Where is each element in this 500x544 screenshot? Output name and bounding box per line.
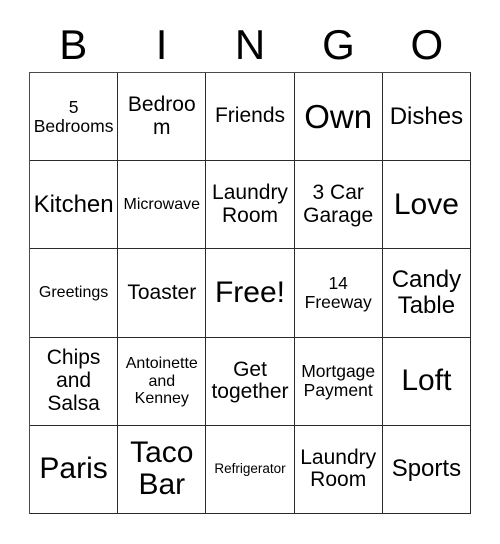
bingo-grid: 5 Bedrooms Bedroom Friends Own Dishes Kitchen… (29, 72, 471, 514)
header-letter-text: O (410, 21, 444, 68)
bingo-cell[interactable]: Taco Bar (118, 425, 207, 514)
bingo-cell-label: Dishes (389, 102, 464, 130)
bingo-cell[interactable]: Kitchen (30, 161, 119, 250)
bingo-cell-label: Chips and Salsa (46, 346, 101, 415)
header-letter-text: B (59, 21, 88, 68)
bingo-cell-label: Toaster (127, 280, 197, 304)
bingo-cell[interactable]: Friends (206, 73, 295, 162)
bingo-cell[interactable]: Own (294, 73, 383, 162)
bingo-header-letter-n: N (206, 18, 294, 72)
bingo-cell-label: 5 Bedrooms (33, 96, 114, 136)
bingo-header-letter-i: I (117, 18, 205, 72)
bingo-cell[interactable]: Sports (382, 425, 471, 514)
bingo-header-letter-o: O (383, 18, 471, 72)
bingo-cell-label: Refrigerator (214, 461, 286, 477)
bingo-cell-label: Microwave (123, 196, 201, 214)
bingo-cell-label: Laundry Room (300, 445, 377, 492)
bingo-cell[interactable]: 14 Freeway (294, 249, 383, 338)
bingo-cell-label: Paris (39, 452, 108, 486)
bingo-cell-label: Loft (401, 364, 452, 397)
bingo-header-row: B I N G O (29, 18, 471, 72)
bingo-cell[interactable]: Get together (206, 337, 295, 426)
bingo-cell-label: Sports (391, 455, 462, 483)
bingo-cell[interactable]: 3 Car Garage (294, 161, 383, 250)
bingo-cell[interactable]: Bedroom (118, 73, 207, 162)
bingo-cell-label: 14 Freeway (304, 273, 372, 312)
bingo-cell-label: Greetings (38, 284, 109, 302)
bingo-cell-label: Candy Table (391, 266, 462, 319)
bingo-cell-label: Taco Bar (130, 436, 194, 502)
bingo-cell[interactable]: Paris (30, 425, 119, 514)
bingo-card: B I N G O 5 Bedrooms Bedroom Friends Own Dis… (0, 0, 500, 544)
bingo-cell-label: Laundry Room (212, 181, 288, 227)
bingo-cell[interactable]: Laundry Room (294, 425, 383, 514)
bingo-cell-label: Friends (214, 104, 285, 128)
bingo-cell[interactable]: Microwave (118, 161, 207, 250)
bingo-cell-label: Free! (214, 275, 285, 309)
bingo-cell[interactable]: Love (382, 161, 471, 250)
header-letter-text: G (322, 21, 355, 68)
bingo-cell-label: Love (393, 187, 459, 221)
bingo-cell-free-space[interactable]: Free! (206, 249, 295, 338)
bingo-cell[interactable]: Mortgage Payment (294, 337, 383, 426)
bingo-cell-label: Bedroom (127, 92, 196, 139)
bingo-cell[interactable]: Antoinette and Kenney (118, 337, 207, 426)
header-letter-text: N (234, 21, 266, 68)
bingo-header-letter-g: G (294, 18, 382, 72)
bingo-cell[interactable]: Candy Table (382, 249, 471, 338)
bingo-cell[interactable]: Dishes (382, 73, 471, 162)
bingo-cell-label: Get together (211, 357, 289, 404)
bingo-cell[interactable]: Chips and Salsa (30, 337, 119, 426)
header-letter-text: I (155, 21, 168, 68)
bingo-cell[interactable]: Greetings (30, 249, 119, 338)
bingo-cell[interactable]: 5 Bedrooms (30, 73, 119, 162)
bingo-cell[interactable]: Laundry Room (206, 161, 295, 250)
bingo-cell[interactable]: Loft (382, 337, 471, 426)
bingo-cell-label: 3 Car Garage (303, 181, 374, 227)
bingo-cell[interactable]: Refrigerator (206, 425, 295, 514)
bingo-cell-label: Kitchen (33, 190, 114, 218)
bingo-cell[interactable]: Toaster (118, 249, 207, 338)
bingo-cell-label: Own (304, 97, 373, 135)
bingo-cell-label: Mortgage Payment (301, 361, 376, 401)
bingo-header-letter-b: B (29, 18, 117, 72)
bingo-cell-label: Antoinette and Kenney (125, 355, 198, 407)
